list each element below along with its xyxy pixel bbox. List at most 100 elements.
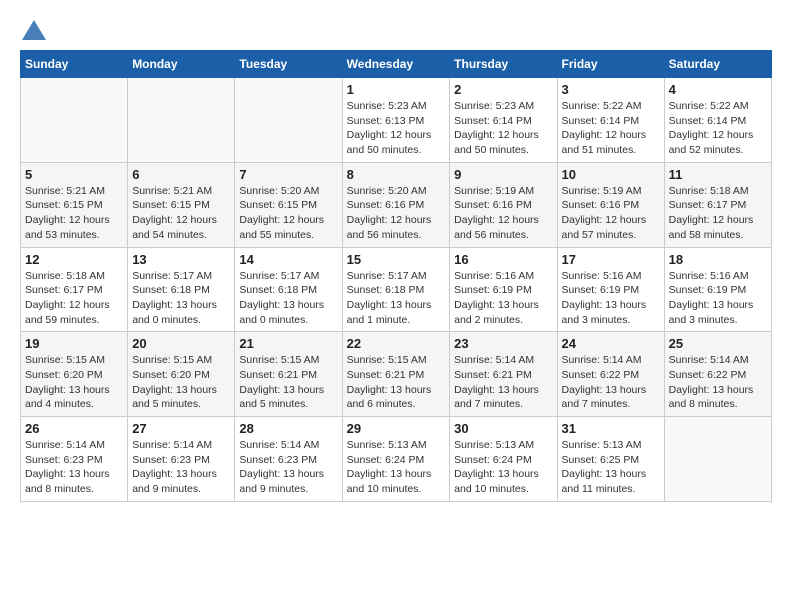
- weekday-header-saturday: Saturday: [664, 51, 771, 78]
- calendar-cell: 28 Sunrise: 5:14 AM Sunset: 6:23 PM Dayli…: [235, 417, 342, 502]
- day-info: Sunrise: 5:13 AM Sunset: 6:24 PM Dayligh…: [454, 438, 552, 497]
- day-info: Sunrise: 5:22 AM Sunset: 6:14 PM Dayligh…: [562, 99, 660, 158]
- day-info: Sunrise: 5:17 AM Sunset: 6:18 PM Dayligh…: [239, 269, 337, 328]
- calendar-cell: 16 Sunrise: 5:16 AM Sunset: 6:19 PM Dayli…: [450, 247, 557, 332]
- day-info: Sunrise: 5:15 AM Sunset: 6:21 PM Dayligh…: [239, 353, 337, 412]
- day-info: Sunrise: 5:19 AM Sunset: 6:16 PM Dayligh…: [562, 184, 660, 243]
- day-number: 26: [25, 421, 123, 436]
- logo-icon: [22, 20, 46, 40]
- day-info: Sunrise: 5:14 AM Sunset: 6:23 PM Dayligh…: [132, 438, 230, 497]
- day-info: Sunrise: 5:23 AM Sunset: 6:14 PM Dayligh…: [454, 99, 552, 158]
- day-info: Sunrise: 5:20 AM Sunset: 6:16 PM Dayligh…: [347, 184, 446, 243]
- calendar-cell: 18 Sunrise: 5:16 AM Sunset: 6:19 PM Dayli…: [664, 247, 771, 332]
- day-number: 13: [132, 252, 230, 267]
- calendar-cell: [664, 417, 771, 502]
- day-info: Sunrise: 5:14 AM Sunset: 6:23 PM Dayligh…: [239, 438, 337, 497]
- day-number: 18: [669, 252, 767, 267]
- day-number: 31: [562, 421, 660, 436]
- day-info: Sunrise: 5:20 AM Sunset: 6:15 PM Dayligh…: [239, 184, 337, 243]
- calendar-cell: 31 Sunrise: 5:13 AM Sunset: 6:25 PM Dayli…: [557, 417, 664, 502]
- calendar-cell: 8 Sunrise: 5:20 AM Sunset: 6:16 PM Daylig…: [342, 162, 450, 247]
- day-info: Sunrise: 5:16 AM Sunset: 6:19 PM Dayligh…: [562, 269, 660, 328]
- day-number: 8: [347, 167, 446, 182]
- calendar-cell: 13 Sunrise: 5:17 AM Sunset: 6:18 PM Dayli…: [128, 247, 235, 332]
- day-number: 27: [132, 421, 230, 436]
- day-number: 14: [239, 252, 337, 267]
- calendar-cell: 7 Sunrise: 5:20 AM Sunset: 6:15 PM Daylig…: [235, 162, 342, 247]
- calendar-cell: 4 Sunrise: 5:22 AM Sunset: 6:14 PM Daylig…: [664, 78, 771, 163]
- day-info: Sunrise: 5:17 AM Sunset: 6:18 PM Dayligh…: [347, 269, 446, 328]
- day-info: Sunrise: 5:14 AM Sunset: 6:21 PM Dayligh…: [454, 353, 552, 412]
- calendar-cell: 6 Sunrise: 5:21 AM Sunset: 6:15 PM Daylig…: [128, 162, 235, 247]
- day-number: 20: [132, 336, 230, 351]
- calendar-cell: 2 Sunrise: 5:23 AM Sunset: 6:14 PM Daylig…: [450, 78, 557, 163]
- day-info: Sunrise: 5:19 AM Sunset: 6:16 PM Dayligh…: [454, 184, 552, 243]
- day-number: 11: [669, 167, 767, 182]
- day-info: Sunrise: 5:21 AM Sunset: 6:15 PM Dayligh…: [25, 184, 123, 243]
- day-info: Sunrise: 5:18 AM Sunset: 6:17 PM Dayligh…: [669, 184, 767, 243]
- day-number: 23: [454, 336, 552, 351]
- calendar-header-row: SundayMondayTuesdayWednesdayThursdayFrid…: [21, 51, 772, 78]
- calendar-cell: [21, 78, 128, 163]
- day-info: Sunrise: 5:13 AM Sunset: 6:25 PM Dayligh…: [562, 438, 660, 497]
- calendar-cell: 22 Sunrise: 5:15 AM Sunset: 6:21 PM Dayli…: [342, 332, 450, 417]
- day-info: Sunrise: 5:16 AM Sunset: 6:19 PM Dayligh…: [669, 269, 767, 328]
- calendar-week-row: 5 Sunrise: 5:21 AM Sunset: 6:15 PM Daylig…: [21, 162, 772, 247]
- calendar-cell: 17Sunrise: 5:16 AM Sunset: 6:19 PM Dayli…: [557, 247, 664, 332]
- calendar-cell: 20 Sunrise: 5:15 AM Sunset: 6:20 PM Dayli…: [128, 332, 235, 417]
- day-info: Sunrise: 5:14 AM Sunset: 6:22 PM Dayligh…: [669, 353, 767, 412]
- calendar-cell: 25Sunrise: 5:14 AM Sunset: 6:22 PM Dayli…: [664, 332, 771, 417]
- day-number: 29: [347, 421, 446, 436]
- calendar-cell: 19 Sunrise: 5:15 AM Sunset: 6:20 PM Dayli…: [21, 332, 128, 417]
- day-number: 2: [454, 82, 552, 97]
- day-info: Sunrise: 5:15 AM Sunset: 6:20 PM Dayligh…: [25, 353, 123, 412]
- day-number: 28: [239, 421, 337, 436]
- day-info: Sunrise: 5:15 AM Sunset: 6:20 PM Dayligh…: [132, 353, 230, 412]
- day-number: 21: [239, 336, 337, 351]
- calendar-cell: 15 Sunrise: 5:17 AM Sunset: 6:18 PM Dayli…: [342, 247, 450, 332]
- weekday-header-tuesday: Tuesday: [235, 51, 342, 78]
- weekday-header-sunday: Sunday: [21, 51, 128, 78]
- day-number: 6: [132, 167, 230, 182]
- calendar-cell: 12 Sunrise: 5:18 AM Sunset: 6:17 PM Dayli…: [21, 247, 128, 332]
- calendar-cell: 29 Sunrise: 5:13 AM Sunset: 6:24 PM Dayli…: [342, 417, 450, 502]
- weekday-header-wednesday: Wednesday: [342, 51, 450, 78]
- day-number: 4: [669, 82, 767, 97]
- day-number: 10: [562, 167, 660, 182]
- page-header: [20, 20, 772, 40]
- calendar-cell: 11 Sunrise: 5:18 AM Sunset: 6:17 PM Dayli…: [664, 162, 771, 247]
- calendar-cell: 23 Sunrise: 5:14 AM Sunset: 6:21 PM Dayli…: [450, 332, 557, 417]
- day-number: 5: [25, 167, 123, 182]
- calendar-cell: 30Sunrise: 5:13 AM Sunset: 6:24 PM Dayli…: [450, 417, 557, 502]
- day-number: 22: [347, 336, 446, 351]
- day-number: 1: [347, 82, 446, 97]
- calendar-table: SundayMondayTuesdayWednesdayThursdayFrid…: [20, 50, 772, 502]
- day-info: Sunrise: 5:13 AM Sunset: 6:24 PM Dayligh…: [347, 438, 446, 497]
- day-info: Sunrise: 5:21 AM Sunset: 6:15 PM Dayligh…: [132, 184, 230, 243]
- weekday-header-friday: Friday: [557, 51, 664, 78]
- calendar-week-row: 26 Sunrise: 5:14 AM Sunset: 6:23 PM Dayli…: [21, 417, 772, 502]
- calendar-cell: 9Sunrise: 5:19 AM Sunset: 6:16 PM Daylig…: [450, 162, 557, 247]
- day-info: Sunrise: 5:16 AM Sunset: 6:19 PM Dayligh…: [454, 269, 552, 328]
- day-info: Sunrise: 5:22 AM Sunset: 6:14 PM Dayligh…: [669, 99, 767, 158]
- day-info: Sunrise: 5:17 AM Sunset: 6:18 PM Dayligh…: [132, 269, 230, 328]
- day-number: 19: [25, 336, 123, 351]
- day-number: 16: [454, 252, 552, 267]
- calendar-cell: 26Sunrise: 5:14 AM Sunset: 6:23 PM Dayli…: [21, 417, 128, 502]
- day-number: 3: [562, 82, 660, 97]
- calendar-cell: 14 Sunrise: 5:17 AM Sunset: 6:18 PM Dayli…: [235, 247, 342, 332]
- calendar-cell: 27 Sunrise: 5:14 AM Sunset: 6:23 PM Dayli…: [128, 417, 235, 502]
- day-info: Sunrise: 5:23 AM Sunset: 6:13 PM Dayligh…: [347, 99, 446, 158]
- calendar-cell: 5 Sunrise: 5:21 AM Sunset: 6:15 PM Daylig…: [21, 162, 128, 247]
- calendar-cell: [128, 78, 235, 163]
- calendar-week-row: 19 Sunrise: 5:15 AM Sunset: 6:20 PM Dayli…: [21, 332, 772, 417]
- day-info: Sunrise: 5:18 AM Sunset: 6:17 PM Dayligh…: [25, 269, 123, 328]
- weekday-header-monday: Monday: [128, 51, 235, 78]
- calendar-week-row: 12 Sunrise: 5:18 AM Sunset: 6:17 PM Dayli…: [21, 247, 772, 332]
- calendar-cell: 3 Sunrise: 5:22 AM Sunset: 6:14 PM Daylig…: [557, 78, 664, 163]
- day-number: 12: [25, 252, 123, 267]
- calendar-cell: 1 Sunrise: 5:23 AM Sunset: 6:13 PM Daylig…: [342, 78, 450, 163]
- day-number: 15: [347, 252, 446, 267]
- day-info: Sunrise: 5:15 AM Sunset: 6:21 PM Dayligh…: [347, 353, 446, 412]
- day-number: 7: [239, 167, 337, 182]
